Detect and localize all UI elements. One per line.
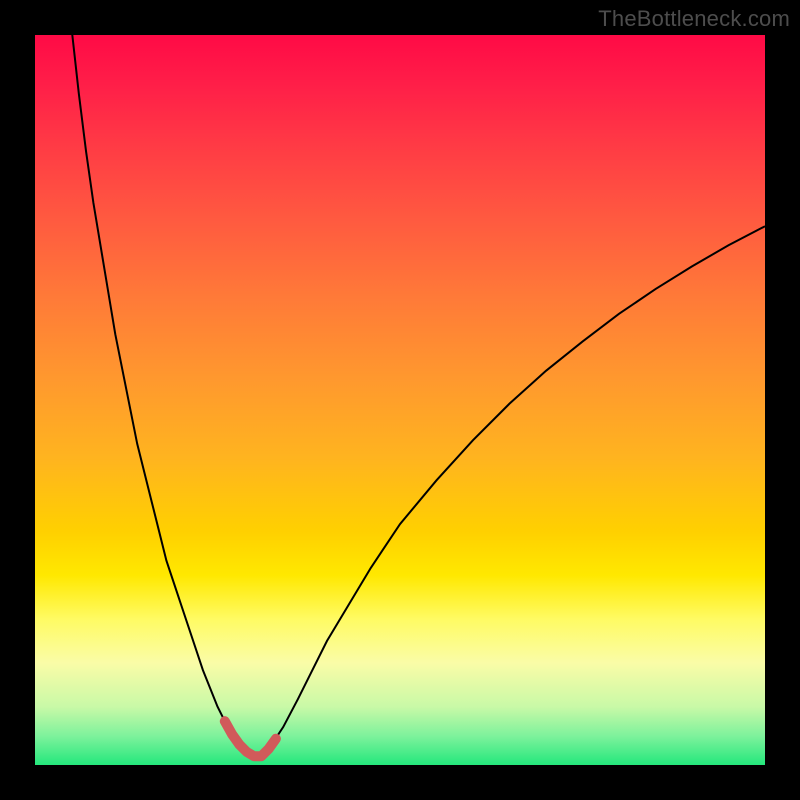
- series-highlight: [225, 721, 276, 756]
- watermark-text: TheBottleneck.com: [598, 6, 790, 32]
- plot-area: [35, 35, 765, 765]
- chart-svg: [35, 35, 765, 765]
- chart-frame: TheBottleneck.com: [0, 0, 800, 800]
- series-curve: [72, 35, 766, 756]
